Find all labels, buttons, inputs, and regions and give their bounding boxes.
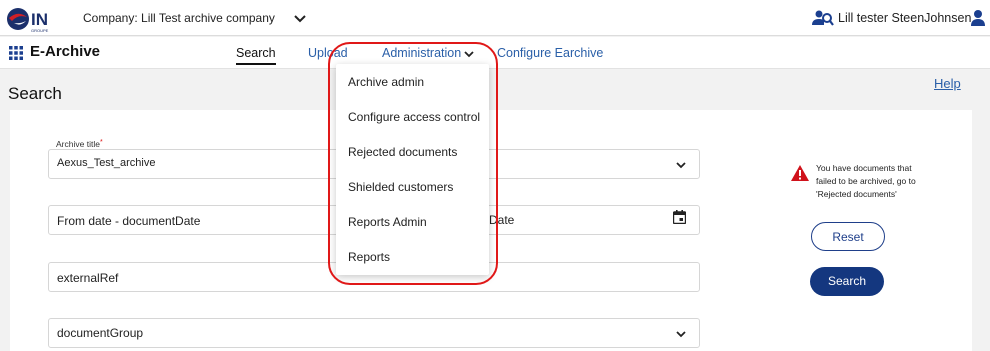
from-date-placeholder: From date - documentDate — [57, 214, 201, 228]
chevron-down-icon[interactable] — [675, 160, 687, 170]
archive-title-label: Archive title* — [56, 139, 103, 149]
archive-title-value: Aexus_Test_archive — [57, 157, 156, 169]
person-icon[interactable] — [970, 9, 986, 27]
menu-item-reports[interactable]: Reports — [348, 250, 390, 264]
sin-logo: IN GROUPE — [7, 8, 49, 33]
user-name[interactable]: Lill tester SteenJohnsen — [838, 11, 971, 25]
menu-item-reports-admin[interactable]: Reports Admin — [348, 215, 427, 229]
search-button[interactable]: Search — [810, 267, 884, 296]
chevron-down-icon[interactable] — [463, 49, 475, 59]
menu-item-rejected-documents[interactable]: Rejected documents — [348, 145, 457, 159]
tab-configure-earchive[interactable]: Configure Earchive — [497, 46, 603, 60]
company-selector-label[interactable]: Company: Lill Test archive company — [83, 11, 275, 25]
menu-item-shielded-customers[interactable]: Shielded customers — [348, 180, 453, 194]
menu-item-archive-admin[interactable]: Archive admin — [348, 75, 424, 89]
user-search-icon[interactable] — [812, 9, 834, 27]
svg-text:GROUPE: GROUPE — [31, 28, 49, 33]
tab-administration[interactable]: Administration — [382, 46, 461, 60]
to-date-placeholder: Date — [489, 213, 515, 227]
chevron-down-icon[interactable] — [293, 12, 307, 26]
calendar-icon[interactable] — [673, 210, 686, 224]
top-bar: IN GROUPE Company: Lill Test archive com… — [0, 0, 990, 36]
app-grid-icon[interactable] — [9, 46, 23, 60]
menu-item-configure-access-control[interactable]: Configure access control — [348, 110, 480, 124]
svg-text:IN: IN — [31, 10, 48, 29]
administration-menu: Archive admin Configure access control R… — [336, 64, 489, 275]
chevron-down-icon[interactable] — [675, 329, 687, 339]
help-link[interactable]: Help — [934, 76, 961, 91]
document-group-select[interactable]: documentGroup — [48, 318, 700, 348]
page-title: Search — [8, 84, 62, 103]
tab-upload[interactable]: Upload — [308, 46, 348, 60]
rejected-documents-warning: You have documents that failed to be arc… — [816, 163, 916, 199]
app-title: E-Archive — [30, 43, 101, 60]
nav-bar: E-Archive Search Upload Administration C… — [0, 37, 990, 69]
reset-button[interactable]: Reset — [811, 222, 885, 251]
external-ref-placeholder: externalRef — [57, 271, 119, 285]
warning-icon — [791, 165, 809, 181]
document-group-placeholder: documentGroup — [57, 326, 144, 340]
tab-search[interactable]: Search — [236, 46, 276, 65]
